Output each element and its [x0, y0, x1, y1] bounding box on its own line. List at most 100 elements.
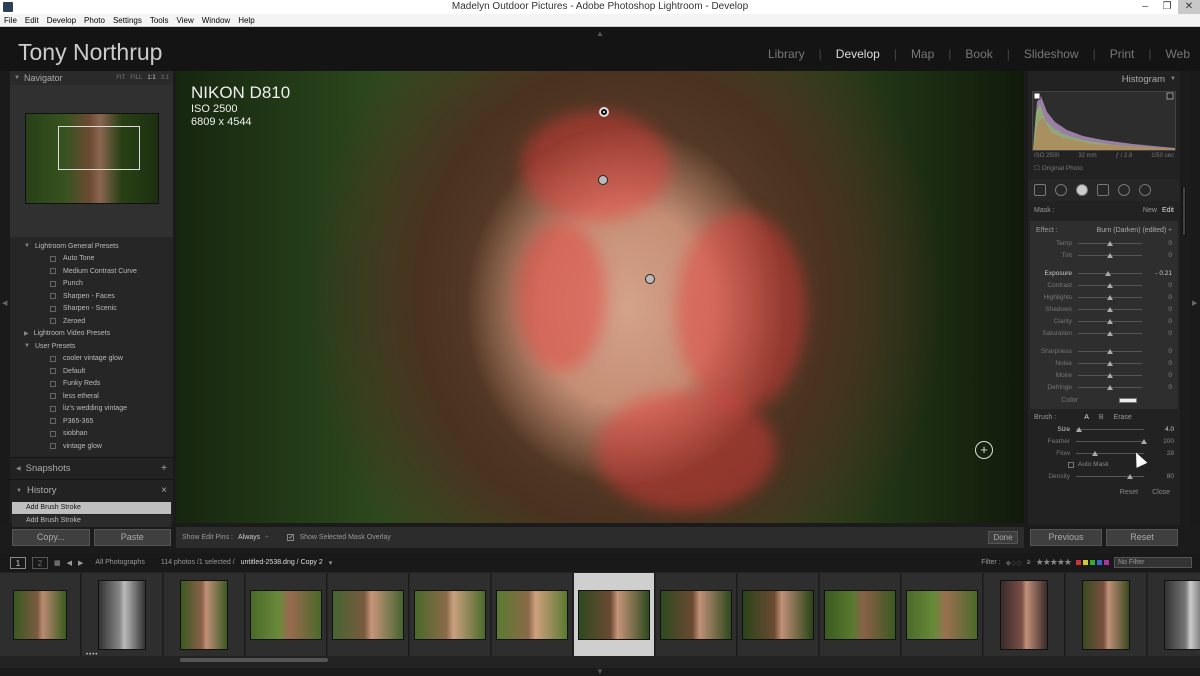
slider-value[interactable]: 0: [1150, 348, 1172, 355]
yellow-label-icon[interactable]: [1083, 560, 1088, 565]
slider-value[interactable]: 80: [1152, 473, 1174, 480]
history-item[interactable]: Add Brush Stroke: [12, 502, 171, 514]
left-panel-toggle-icon[interactable]: ◀: [2, 299, 7, 307]
zoom-option[interactable]: FIT: [116, 75, 125, 81]
preset-item[interactable]: Funky Reds: [10, 378, 173, 391]
menu-item-develop[interactable]: Develop: [47, 16, 76, 25]
preset-item[interactable]: Default: [10, 365, 173, 378]
slider-track[interactable]: [1076, 473, 1144, 479]
green-label-icon[interactable]: [1090, 560, 1095, 565]
path-dropdown-icon[interactable]: ▾: [329, 559, 333, 567]
blue-label-icon[interactable]: [1097, 560, 1102, 565]
slider-knob[interactable]: [1076, 426, 1083, 432]
collapse-triangle-icon[interactable]: ▼: [14, 75, 20, 81]
filmstrip-cell[interactable]: [902, 573, 983, 656]
module-slideshow[interactable]: Slideshow: [1024, 47, 1079, 61]
collapse-triangle-icon[interactable]: ▼: [16, 488, 22, 494]
menu-item-view[interactable]: View: [177, 16, 194, 25]
slider-track[interactable]: [1078, 384, 1142, 390]
filmstrip-scrollbar[interactable]: [180, 658, 328, 662]
edit-pins-dropdown[interactable]: Always: [238, 534, 260, 541]
slider-value[interactable]: 0: [1150, 282, 1172, 289]
right-panel-toggle-icon[interactable]: ▶: [1192, 299, 1197, 307]
filmstrip-cell[interactable]: [656, 573, 737, 656]
filmstrip-thumbnail[interactable]: [250, 589, 322, 640]
histogram-header[interactable]: Histogram ▼: [1028, 71, 1180, 87]
graduated-filter-tool-icon[interactable]: [1097, 184, 1109, 196]
filmstrip-cell[interactable]: [328, 573, 409, 656]
preset-folder[interactable]: ▼ Lightroom General Presets: [10, 240, 173, 253]
filmstrip-thumbnail[interactable]: [1164, 579, 1200, 650]
slider-value[interactable]: 0: [1150, 240, 1172, 247]
preset-item[interactable]: siobhan: [10, 428, 173, 441]
effect-dropdown[interactable]: Burn (Darken) (edited) ÷: [1097, 227, 1172, 234]
color-swatch[interactable]: [1119, 397, 1137, 403]
slider-knob[interactable]: [1107, 318, 1113, 324]
maximize-button[interactable]: ❐: [1156, 0, 1178, 14]
spot-removal-tool-icon[interactable]: [1055, 184, 1067, 196]
slider-knob[interactable]: [1141, 438, 1147, 444]
slider-knob[interactable]: [1107, 240, 1113, 246]
module-map[interactable]: Map: [911, 47, 934, 61]
slider-knob[interactable]: [1107, 348, 1113, 354]
filmstrip-thumbnail[interactable]: [1000, 579, 1048, 650]
filmstrip-source[interactable]: All Photographs: [95, 559, 144, 566]
slider-value[interactable]: 0: [1150, 294, 1172, 301]
slider-value[interactable]: 4.0: [1152, 426, 1174, 433]
right-panel-edge[interactable]: ▶: [1190, 71, 1200, 523]
lightroom-app-icon[interactable]: [3, 2, 13, 12]
adjustment-brush-tool-icon[interactable]: [1139, 184, 1151, 196]
bottom-panel-toggle-icon[interactable]: ▼: [596, 667, 604, 676]
module-web[interactable]: Web: [1166, 47, 1190, 61]
filter-preset-dropdown[interactable]: No Filter: [1114, 557, 1192, 568]
brush-erase-button[interactable]: Erase: [1114, 414, 1132, 421]
right-panel-scrollbar[interactable]: [1182, 71, 1190, 525]
menu-item-file[interactable]: File: [4, 16, 17, 25]
expanded-triangle-icon[interactable]: ▼: [24, 243, 30, 249]
slider-knob[interactable]: [1107, 252, 1113, 258]
brush-b-button[interactable]: B: [1099, 414, 1104, 421]
module-develop[interactable]: Develop: [836, 47, 880, 61]
snapshots-header[interactable]: ◀ Snapshots +: [10, 457, 173, 479]
radial-filter-tool-icon[interactable]: [1118, 184, 1130, 196]
navigator-preview[interactable]: [10, 85, 173, 237]
preset-item[interactable]: liz's wedding vintage: [10, 403, 173, 416]
histogram-graph[interactable]: [1032, 91, 1176, 151]
current-file-path[interactable]: untitled-2538.dng / Copy 2: [241, 559, 323, 566]
scrollbar-thumb[interactable]: [1182, 186, 1186, 236]
slider-knob[interactable]: [1107, 294, 1113, 300]
slider-knob[interactable]: [1127, 473, 1134, 479]
slider-track[interactable]: [1078, 318, 1142, 324]
history-item[interactable]: Add Brush Stroke: [12, 515, 171, 527]
red-label-icon[interactable]: [1076, 560, 1081, 565]
menu-item-window[interactable]: Window: [202, 16, 230, 25]
edit-pin-selected[interactable]: [599, 107, 609, 117]
previous-button[interactable]: Previous: [1030, 529, 1102, 546]
rating-filter-stars[interactable]: ★★★★★: [1036, 557, 1072, 568]
filmstrip-cell[interactable]: [492, 573, 573, 656]
edit-pin[interactable]: [645, 274, 655, 284]
copy-settings-button[interactable]: Copy...: [12, 529, 90, 546]
navigator-header[interactable]: ▼ Navigator FIT FILL 1:1 3:1: [10, 71, 173, 85]
slider-track[interactable]: [1078, 348, 1142, 354]
color-label-filter[interactable]: [1076, 560, 1109, 565]
slider-knob[interactable]: [1107, 384, 1113, 390]
slider-track[interactable]: [1078, 240, 1142, 246]
filmstrip-cell[interactable]: [1066, 573, 1147, 656]
filmstrip-thumbnail[interactable]: [414, 589, 486, 640]
red-eye-tool-icon[interactable]: [1076, 184, 1088, 196]
filmstrip-cell[interactable]: [820, 573, 901, 656]
preset-item[interactable]: vintage glow: [10, 440, 173, 453]
collapse-triangle-icon[interactable]: ◀: [16, 465, 21, 472]
module-print[interactable]: Print: [1110, 47, 1135, 61]
preset-item[interactable]: Sharpen - Scenic: [10, 303, 173, 316]
filmstrip-thumbnail[interactable]: [906, 589, 978, 640]
auto-mask-row[interactable]: Auto Mask: [1028, 459, 1180, 470]
menu-item-photo[interactable]: Photo: [84, 16, 105, 25]
auto-mask-checkbox[interactable]: [1068, 461, 1074, 468]
forward-arrow-icon[interactable]: ▶: [78, 559, 83, 567]
filmstrip-cell[interactable]: [984, 573, 1065, 656]
zoom-option[interactable]: FILL: [130, 75, 142, 81]
primary-window-button[interactable]: 1: [10, 556, 26, 569]
menu-item-help[interactable]: Help: [238, 16, 254, 25]
